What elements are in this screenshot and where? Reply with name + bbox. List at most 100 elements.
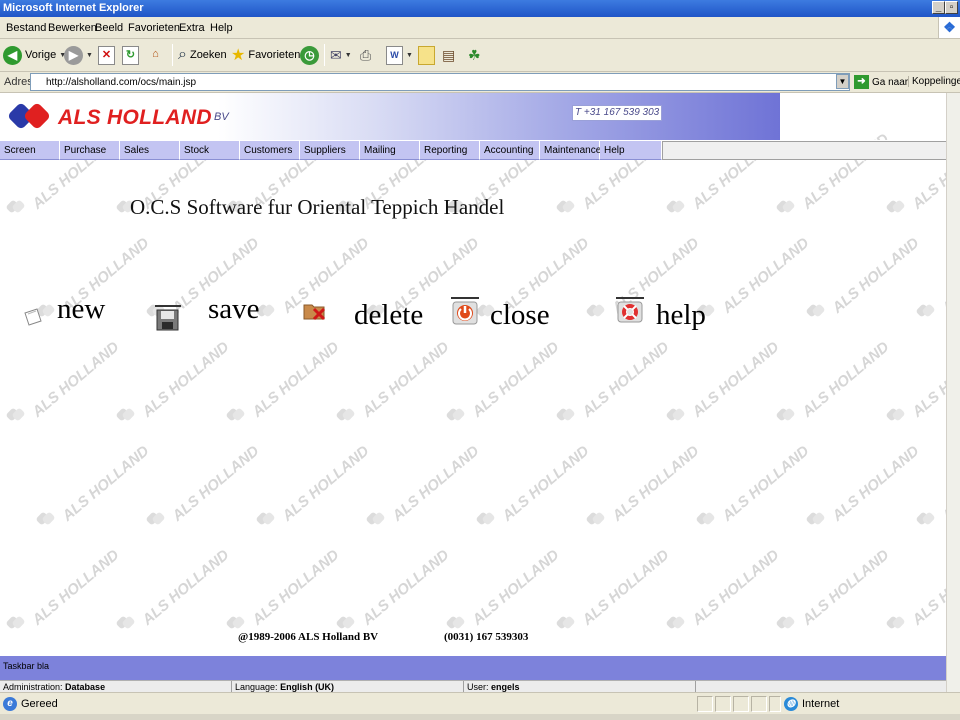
watermark-text: ALS HOLLAND bbox=[139, 338, 233, 421]
watermark-text: ALS HOLLAND bbox=[29, 338, 123, 421]
minimize-button[interactable]: _ bbox=[932, 1, 945, 14]
watermark-logo-icon bbox=[808, 305, 822, 316]
menu-beeld[interactable]: Beeld bbox=[95, 22, 123, 34]
refresh-button[interactable]: ↻ bbox=[122, 44, 139, 66]
print-button[interactable]: ⎙ bbox=[360, 44, 371, 66]
go-label: Ga naar bbox=[872, 76, 909, 88]
nav-accounting[interactable]: Accounting bbox=[480, 141, 540, 160]
discuss-button[interactable] bbox=[418, 44, 435, 66]
status-text: Gereed bbox=[21, 698, 58, 710]
info-language: Language: English (UK) bbox=[232, 681, 464, 692]
history-button[interactable]: ◷ bbox=[300, 44, 319, 66]
window-title: Microsoft Internet Explorer bbox=[3, 2, 144, 14]
watermark-logo-icon bbox=[478, 513, 492, 524]
menu-bestand[interactable]: Bestand bbox=[6, 22, 46, 34]
edit-button[interactable]: W ▼ bbox=[386, 44, 413, 66]
refresh-icon: ↻ bbox=[122, 45, 139, 65]
status-cell bbox=[715, 696, 731, 712]
watermark-logo-icon bbox=[118, 409, 132, 420]
nav-maintenance[interactable]: Maintenance bbox=[540, 141, 601, 160]
save-icon[interactable] bbox=[155, 305, 181, 334]
watermark-logo-icon bbox=[258, 513, 272, 524]
zone-label: Internet bbox=[802, 698, 840, 710]
nav-stock[interactable]: Stock bbox=[180, 141, 240, 160]
home-button[interactable]: ⌂ bbox=[147, 44, 164, 66]
watermark-logo-icon bbox=[588, 305, 602, 316]
save-button[interactable]: save bbox=[208, 293, 260, 326]
language-label: Language: bbox=[235, 682, 278, 692]
restore-button[interactable]: ▫ bbox=[945, 1, 958, 14]
address-dropdown-button[interactable]: ▼ bbox=[836, 74, 849, 89]
info-administration: Administration: Database bbox=[0, 681, 232, 692]
watermark-logo-icon bbox=[808, 513, 822, 524]
watermark-logo-icon bbox=[668, 409, 682, 420]
research-button[interactable]: ▤ bbox=[442, 44, 455, 66]
admin-label: Administration: bbox=[3, 682, 63, 692]
watermark-text: ALS HOLLAND bbox=[939, 442, 946, 525]
nav-reporting[interactable]: Reporting bbox=[420, 141, 480, 160]
menu-bewerken[interactable]: Bewerken bbox=[48, 22, 97, 34]
watermark-background: ALS HOLLAND ALS HOLLAND ALS HOLLAND ALS HOL… bbox=[0, 130, 946, 653]
nav-screen[interactable]: Screen bbox=[0, 141, 60, 160]
watermark-text: ALS HOLLAND bbox=[719, 234, 813, 317]
forward-button[interactable]: ▶ ▼ bbox=[64, 44, 93, 66]
watermark-text: ALS HOLLAND bbox=[829, 234, 923, 317]
vertical-scrollbar[interactable] bbox=[946, 93, 960, 692]
nav-sales[interactable]: Sales bbox=[120, 141, 180, 160]
als-logo-icon bbox=[6, 101, 52, 131]
main-nav: Screen Purchase Sales Stock Customers Su… bbox=[0, 140, 946, 160]
new-icon[interactable] bbox=[22, 307, 44, 330]
status-cell bbox=[697, 696, 713, 712]
status-message: e Gereed bbox=[3, 697, 58, 711]
nav-help[interactable]: Help bbox=[600, 141, 662, 160]
admin-value: Database bbox=[65, 682, 106, 692]
nav-customers[interactable]: Customers bbox=[240, 141, 300, 160]
nav-purchase[interactable]: Purchase bbox=[60, 141, 120, 160]
address-bar: Adres http://alsholland.com/ocs/main.jsp… bbox=[0, 72, 960, 93]
watermark-logo-icon bbox=[558, 409, 572, 420]
mail-icon: ✉ bbox=[330, 46, 342, 63]
toolbar-separator bbox=[324, 44, 325, 66]
watermark-logo-icon bbox=[228, 409, 242, 420]
browser-toolbar: ◀ Vorige ▼ ▶ ▼ ✕ ↻ ⌂ ⌕ Zoeken ★ Favoriet… bbox=[0, 39, 960, 72]
home-icon: ⌂ bbox=[152, 47, 159, 60]
watermark-text: ALS HOLLAND bbox=[59, 442, 153, 525]
search-button[interactable]: ⌕ Zoeken bbox=[178, 44, 227, 66]
mail-button[interactable]: ✉ ▼ bbox=[330, 44, 352, 66]
window-titlebar: Microsoft Internet Explorer _ ▫ bbox=[0, 0, 960, 17]
close-icon[interactable] bbox=[451, 297, 479, 328]
delete-icon[interactable] bbox=[302, 299, 328, 326]
help-icon[interactable] bbox=[616, 297, 644, 328]
nav-suppliers[interactable]: Suppliers bbox=[300, 141, 360, 160]
favorites-button[interactable]: ★ Favorieten bbox=[231, 44, 300, 66]
menu-favorieten[interactable]: Favorieten bbox=[128, 22, 180, 34]
back-button[interactable]: ◀ Vorige ▼ bbox=[3, 44, 66, 66]
links-button[interactable]: Koppelingen bbox=[908, 76, 960, 87]
go-button[interactable]: ➜ Ga naar bbox=[854, 75, 908, 89]
address-input[interactable]: http://alsholland.com/ocs/main.jsp bbox=[30, 73, 850, 91]
page-title: O.C.S Software fur Oriental Teppich Hand… bbox=[130, 195, 505, 219]
taskbar-label: Taskbar bla bbox=[3, 661, 50, 671]
close-button[interactable]: close bbox=[490, 299, 550, 332]
watermark-logo-icon bbox=[778, 201, 792, 212]
watermark-logo-icon bbox=[558, 201, 572, 212]
menu-extra[interactable]: Extra bbox=[179, 22, 205, 34]
globe-icon: ◍ bbox=[784, 697, 798, 711]
nav-mailing[interactable]: Mailing bbox=[360, 141, 420, 160]
watermark-text: ALS HOLLAND bbox=[359, 546, 453, 629]
help-button[interactable]: help bbox=[656, 299, 706, 332]
watermark-logo-icon bbox=[668, 201, 682, 212]
watermark-text: ALS HOLLAND bbox=[389, 442, 483, 525]
delete-button[interactable]: delete bbox=[354, 299, 423, 332]
new-button[interactable]: new bbox=[57, 293, 105, 326]
watermark-logo-icon bbox=[888, 409, 902, 420]
watermark-logo-icon bbox=[888, 201, 902, 212]
messenger-button[interactable]: ☘ bbox=[468, 44, 481, 66]
menu-help[interactable]: Help bbox=[210, 22, 233, 34]
watermark-logo-icon bbox=[338, 409, 352, 420]
status-cell bbox=[733, 696, 749, 712]
watermark-logo-icon bbox=[8, 617, 22, 628]
stop-button[interactable]: ✕ bbox=[98, 44, 115, 66]
info-user: User: engels bbox=[464, 681, 696, 692]
chevron-down-icon: ▼ bbox=[86, 51, 93, 59]
